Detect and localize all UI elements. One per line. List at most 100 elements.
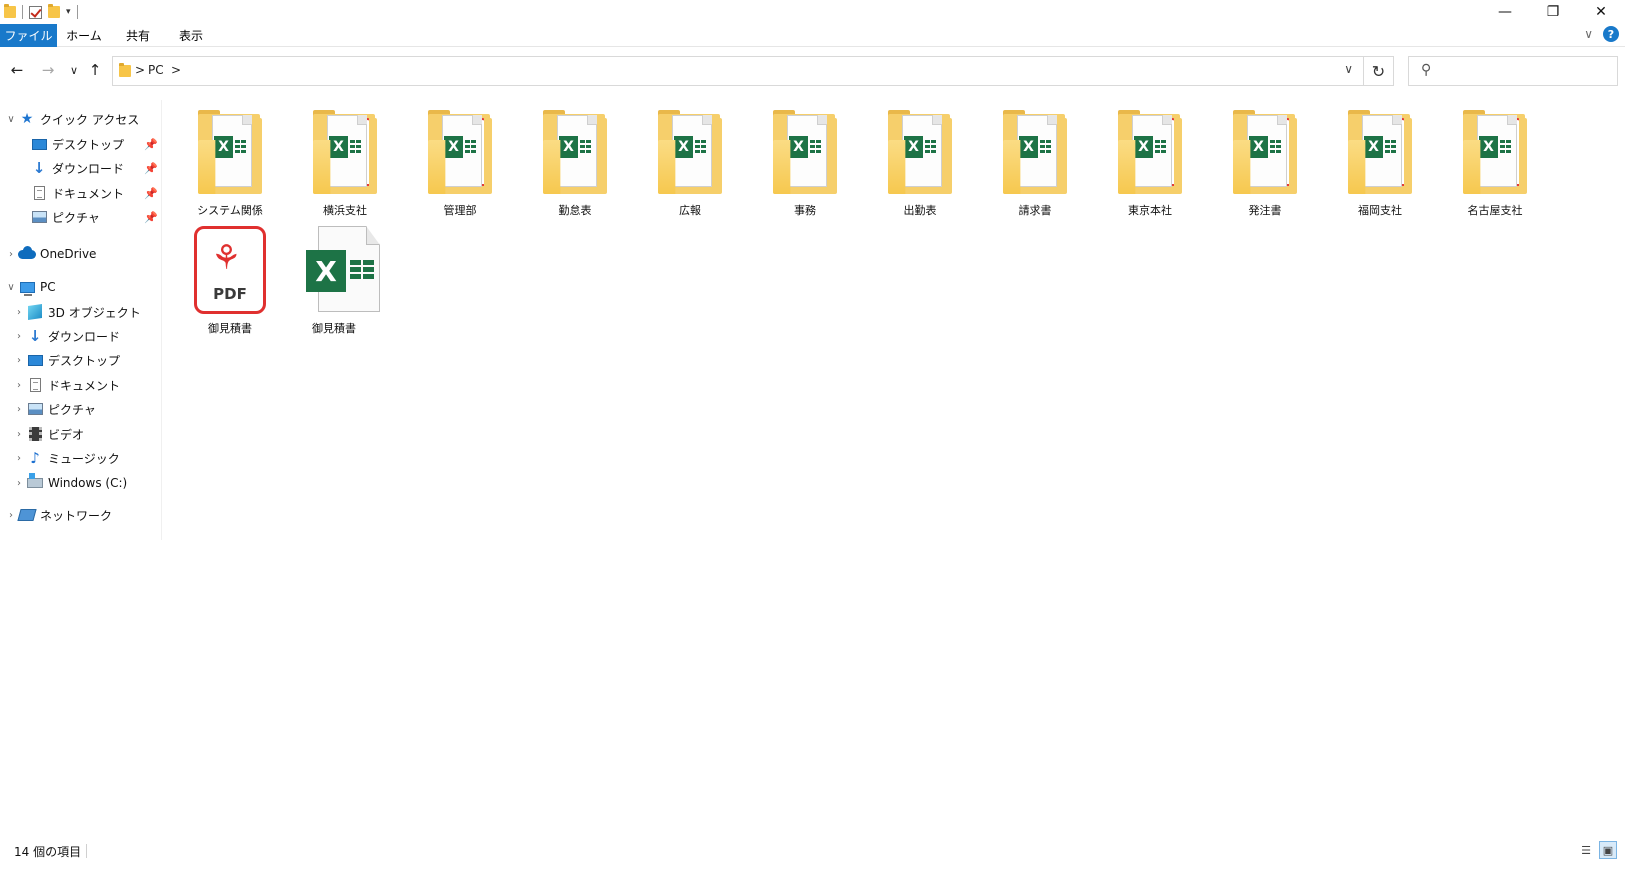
- forward-button[interactable]: →: [37, 58, 59, 82]
- folder-item[interactable]: X 横浜支社: [305, 106, 385, 218]
- folder-icon: X: [313, 110, 379, 196]
- expand-ribbon-chevron-icon[interactable]: ∨: [1584, 27, 1593, 41]
- nav-network[interactable]: › ネットワーク: [4, 504, 112, 526]
- nav-label: PC: [40, 280, 56, 294]
- download-icon: ↓: [28, 327, 42, 345]
- toolbar-separator: [76, 5, 78, 19]
- folder-item[interactable]: X システム関係: [190, 106, 270, 218]
- file-name: 御見積書: [312, 322, 356, 335]
- status-separator: [86, 844, 87, 858]
- expand-chevron-icon[interactable]: ›: [12, 429, 26, 440]
- nav-pc-windows-drive[interactable]: › Windows (C:): [12, 472, 127, 494]
- folder-item[interactable]: X 福岡支社: [1340, 106, 1420, 218]
- folder-name: 福岡支社: [1358, 204, 1402, 217]
- pictures-icon: [30, 209, 48, 225]
- back-button[interactable]: ←: [6, 58, 28, 82]
- search-box[interactable]: ⚲: [1408, 56, 1618, 86]
- tab-file[interactable]: ファイル: [0, 24, 57, 47]
- tab-share[interactable]: 共有: [118, 24, 158, 47]
- up-button[interactable]: ↑: [84, 58, 106, 82]
- film-icon: [26, 426, 44, 442]
- expand-chevron-icon[interactable]: ›: [4, 510, 18, 521]
- expand-chevron-icon[interactable]: ›: [12, 478, 26, 489]
- folder-icon: X: [1118, 110, 1184, 196]
- grid-icon: [810, 140, 822, 154]
- expand-chevron-icon[interactable]: ›: [12, 355, 26, 366]
- nav-label: 3D オブジェクト: [48, 305, 141, 320]
- expand-chevron-icon[interactable]: ›: [12, 307, 26, 318]
- expand-chevron-icon[interactable]: ›: [12, 331, 26, 342]
- close-button[interactable]: ✕: [1577, 0, 1625, 24]
- nav-pc[interactable]: ∨ PC: [4, 276, 56, 298]
- refresh-button[interactable]: ↻: [1363, 57, 1393, 85]
- expand-chevron-icon[interactable]: ›: [12, 380, 26, 391]
- folder-name: 名古屋支社: [1467, 204, 1523, 217]
- pin-icon[interactable]: 📌: [144, 187, 158, 200]
- folder-item[interactable]: X 出勤表: [880, 106, 960, 218]
- recent-locations-chevron-icon[interactable]: ∨: [63, 58, 85, 82]
- drive-icon: [26, 473, 44, 491]
- nav-pc-documents[interactable]: › ドキュメント: [12, 374, 120, 396]
- nav-quick-access[interactable]: ∨ ★ クイック アクセス: [4, 108, 139, 130]
- properties-check-icon[interactable]: [29, 5, 42, 19]
- breadcrumb-separator[interactable]: >: [135, 63, 145, 77]
- nav-pc-downloads[interactable]: › ↓ ダウンロード: [12, 325, 120, 347]
- nav-quick-pictures[interactable]: ピクチャ: [30, 206, 100, 228]
- minimize-button[interactable]: —: [1481, 0, 1529, 24]
- grid-icon: [1270, 140, 1282, 154]
- details-view-icon[interactable]: ☰: [1577, 841, 1595, 859]
- folder-edge: [1404, 118, 1412, 194]
- tab-view[interactable]: 表示: [171, 24, 211, 47]
- pin-icon[interactable]: 📌: [144, 138, 158, 151]
- folder-item[interactable]: X 勤怠表: [535, 106, 615, 218]
- folder-icon: X: [888, 110, 954, 196]
- tab-home[interactable]: ホーム: [62, 24, 106, 47]
- excel-badge-icon: X: [1134, 136, 1153, 158]
- new-folder-icon[interactable]: [48, 4, 60, 18]
- help-icon[interactable]: ?: [1603, 26, 1619, 42]
- folder-item[interactable]: X 事務: [765, 106, 845, 218]
- nav-pc-music[interactable]: › ♪ ミュージック: [12, 447, 120, 469]
- nav-label: デスクトップ: [48, 353, 121, 368]
- pin-icon[interactable]: 📌: [144, 162, 158, 175]
- search-input[interactable]: [1443, 61, 1608, 81]
- customize-toolbar-arrow-icon[interactable]: ▾: [66, 7, 71, 17]
- breadcrumb-separator[interactable]: >: [171, 63, 181, 77]
- address-dropdown-chevron-icon[interactable]: ∨: [1344, 62, 1353, 76]
- address-bar[interactable]: > PC > ∨ ↻: [112, 56, 1394, 86]
- folder-item[interactable]: X 管理部: [420, 106, 500, 218]
- nav-pc-pictures[interactable]: › ピクチャ: [12, 398, 96, 420]
- excel-badge-icon: X: [789, 136, 808, 158]
- nav-quick-desktop[interactable]: デスクトップ: [30, 133, 124, 155]
- nav-pc-videos[interactable]: › ビデオ: [12, 423, 84, 445]
- title-bar: ▾ — ❐ ✕: [0, 0, 1625, 24]
- collapse-chevron-icon[interactable]: ∨: [4, 114, 18, 125]
- folder-item[interactable]: X 請求書: [995, 106, 1075, 218]
- nav-onedrive[interactable]: › OneDrive: [4, 243, 96, 265]
- folder-item[interactable]: X 東京本社: [1110, 106, 1190, 218]
- collapse-chevron-icon[interactable]: ∨: [4, 282, 18, 293]
- cloud-icon: [18, 245, 36, 262]
- pin-icon[interactable]: 📌: [144, 211, 158, 224]
- nav-quick-documents[interactable]: ドキュメント: [30, 182, 124, 204]
- breadcrumb-pc[interactable]: PC: [148, 63, 164, 77]
- folder-item[interactable]: X 広報: [650, 106, 730, 218]
- excel-badge: X: [306, 250, 346, 292]
- nav-pc-3d-objects[interactable]: › 3D オブジェクト: [12, 301, 141, 323]
- nav-pc-desktop[interactable]: › デスクトップ: [12, 349, 120, 371]
- folder-item[interactable]: X 名古屋支社: [1455, 106, 1535, 218]
- folder-name: 東京本社: [1128, 204, 1172, 217]
- navigation-row: ← → ∨ ↑ > PC > ∨ ↻ ⚲: [0, 48, 1625, 92]
- expand-chevron-icon[interactable]: ›: [12, 453, 26, 464]
- expand-chevron-icon[interactable]: ›: [12, 404, 26, 415]
- file-item-pdf[interactable]: ⚘ PDF 御見積書: [190, 226, 270, 338]
- nav-quick-downloads[interactable]: ↓ ダウンロード: [30, 157, 124, 179]
- grid-icon: [465, 140, 477, 154]
- folder-item[interactable]: X 発注書: [1225, 106, 1305, 218]
- expand-chevron-icon[interactable]: ›: [4, 249, 18, 260]
- search-icon: ⚲: [1421, 62, 1432, 78]
- restore-button[interactable]: ❐: [1529, 0, 1577, 24]
- file-item-excel[interactable]: X 御見積書: [294, 226, 380, 338]
- grid-icon: [695, 140, 707, 154]
- large-icons-view-icon[interactable]: ▣: [1599, 841, 1617, 859]
